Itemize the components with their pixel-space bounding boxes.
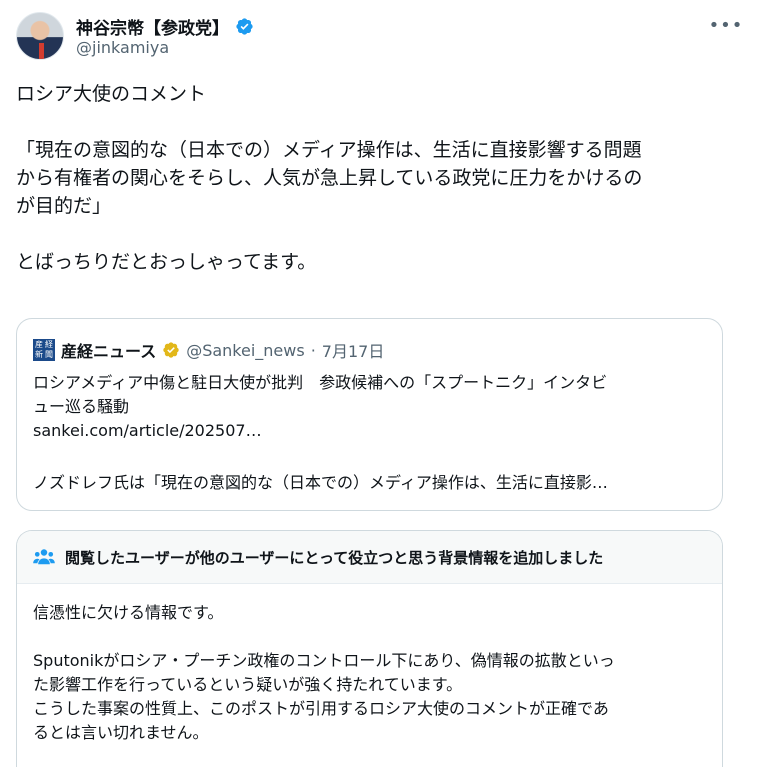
author-handle[interactable]: @jinkamiya xyxy=(76,38,169,57)
community-note-body: 信憑性に欠ける情報です。 Sputonikがロシア・プーチン政権のコントロール下… xyxy=(33,603,615,742)
quoted-date[interactable]: 7月17日 xyxy=(322,338,385,362)
quoted-post-header: 産 経 新 聞 産経ニュース @Sankei_news · 7月17日 xyxy=(33,338,384,362)
quoted-post-text: ロシアメディア中傷と駐日大使が批判 参政候補への「スプートニク」インタビ ュー巡… xyxy=(33,373,608,440)
gold-verified-badge-icon xyxy=(163,342,179,358)
post-header: 神谷宗幣【参政党】 @jinkamiya ••• xyxy=(16,12,744,62)
people-icon xyxy=(33,549,55,565)
more-options-icon[interactable]: ••• xyxy=(708,12,744,38)
verified-badge-icon xyxy=(236,18,253,35)
community-note-header: 閲覧したユーザーが他のユーザーにとって役立つと思う背景情報を追加しました xyxy=(17,531,722,584)
logo-char: 聞 xyxy=(45,350,53,359)
tweet-text: ロシア大使のコメント 「現在の意図的な（日本での）メディア操作は、生活に直接影響… xyxy=(16,83,643,273)
community-note-title: 閲覧したユーザーが他のユーザーにとって役立つと思う背景情報を追加しました xyxy=(65,548,604,567)
logo-char: 産 xyxy=(35,340,43,349)
community-note: 閲覧したユーザーが他のユーザーにとって役立つと思う背景情報を追加しました 信憑性… xyxy=(16,530,723,767)
author-name-row: 神谷宗幣【参政党】 xyxy=(76,14,254,39)
meta-separator: · xyxy=(310,340,316,360)
sankei-logo: 産 経 新 聞 xyxy=(33,339,55,361)
quoted-display-name[interactable]: 産経ニュース xyxy=(61,338,156,362)
avatar[interactable] xyxy=(16,12,64,60)
quoted-post-excerpt: ノズドレフ氏は「現在の意図的な（日本での）メディア操作は、生活に直接影… xyxy=(33,473,608,492)
logo-char: 新 xyxy=(35,350,43,359)
quoted-handle[interactable]: @Sankei_news xyxy=(186,341,305,360)
author-display-name[interactable]: 神谷宗幣【参政党】 xyxy=(76,14,229,39)
logo-char: 経 xyxy=(45,340,53,349)
quoted-post[interactable]: 産 経 新 聞 産経ニュース @Sankei_news · 7月17日 ロシアメ… xyxy=(16,318,723,511)
